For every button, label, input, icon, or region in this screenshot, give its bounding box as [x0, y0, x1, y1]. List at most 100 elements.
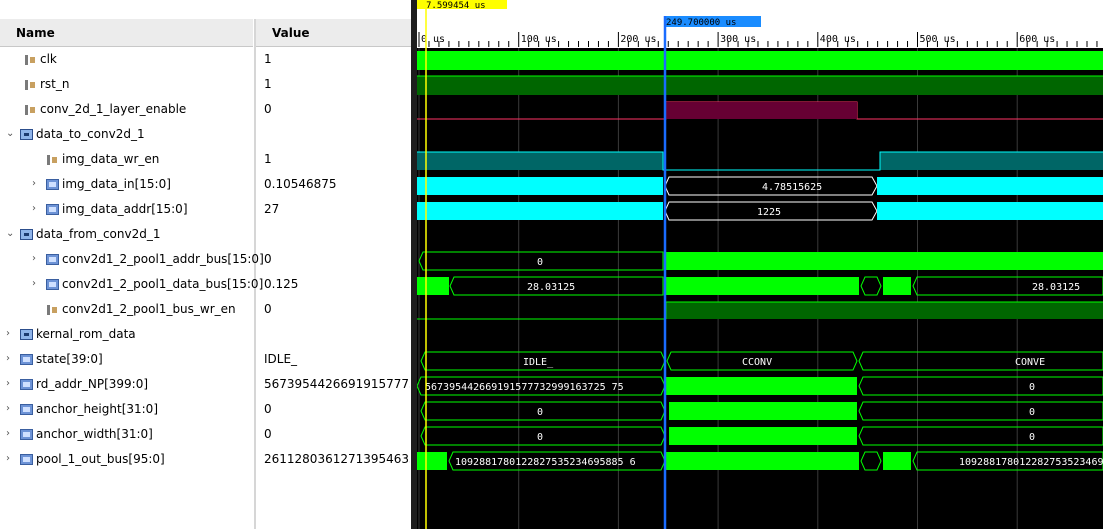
signal-row[interactable]: › state[39:0] IDLE_: [0, 347, 411, 372]
wave-pool-out-e: [883, 452, 911, 470]
wave-img-data-addr-c: [877, 202, 1103, 220]
wave-pool1-data-c: [666, 277, 859, 295]
signal-row[interactable]: › conv2d1_2_pool1_data_bus[15:0] 0.125: [0, 272, 411, 297]
wave-state-c: [858, 351, 1103, 371]
signal-row[interactable]: › img_data_in[15:0] 0.10546875: [0, 172, 411, 197]
signal-value: 0.10546875: [264, 177, 337, 191]
waveform-canvas[interactable]: 7.599454 us 249.700000 us 0 us 100 us 200 …: [417, 0, 1103, 529]
expand-chevron-icon[interactable]: ›: [6, 403, 14, 415]
expand-chevron-icon[interactable]: ›: [6, 453, 14, 465]
rd-addr-value-a: 567395442669191577732999163725 75: [425, 382, 624, 393]
signal-value: 0: [264, 427, 272, 441]
signal-name: rst_n: [40, 77, 70, 91]
signal-row[interactable]: › conv2d1_2_pool1_addr_bus[15:0] 0: [0, 247, 411, 272]
signal-name-panel: Name Value clk 1 rst_n 1 conv_2d_1_layer_ena…: [0, 0, 411, 529]
expand-chevron-icon[interactable]: ›: [32, 278, 40, 290]
signal-row[interactable]: conv2d1_2_pool1_bus_wr_en 0: [0, 297, 411, 322]
signal-row[interactable]: › img_data_addr[15:0] 27: [0, 197, 411, 222]
pool-out-value-a: 1092881780122827535234695885 6: [455, 457, 636, 468]
anchor-w-value-a: 0: [537, 432, 543, 443]
expand-chevron-icon[interactable]: ›: [32, 203, 40, 215]
bit-icon: [24, 54, 37, 65]
expand-chevron-icon[interactable]: ›: [6, 428, 14, 440]
wave-pool-out-c: [666, 452, 859, 470]
expand-chevron-icon[interactable]: ›: [6, 328, 14, 340]
signal-value: 0: [264, 252, 272, 266]
bit-icon: [46, 154, 59, 165]
expand-chevron-icon[interactable]: ›: [6, 353, 14, 365]
expand-chevron-icon[interactable]: ›: [32, 178, 40, 190]
state-value-c: CONVE: [1015, 357, 1045, 368]
panel-top-strip: [0, 0, 411, 19]
wave-anchor-w-b: [669, 427, 857, 445]
pool1-data-value-a: 28.03125: [527, 282, 575, 293]
signal-row[interactable]: › pool_1_out_bus[95:0] 2611280361271395463…: [0, 447, 411, 472]
tick-label: 0 us: [421, 34, 445, 45]
pool-out-value-b: 109288178012282753523469: [959, 457, 1103, 468]
signal-row[interactable]: › anchor_height[31:0] 0: [0, 397, 411, 422]
bit-icon: [24, 79, 37, 90]
signal-value: IDLE_: [264, 352, 298, 366]
signal-name: state[39:0]: [36, 352, 103, 366]
bus-icon: [46, 254, 59, 265]
anchor-h-value-a: 0: [537, 407, 543, 418]
waveform-panel[interactable]: 7.599454 us 249.700000 us 0 us 100 us 200 …: [417, 0, 1103, 529]
marker-time: 249.700000 us: [666, 18, 736, 28]
signal-value: 27: [264, 202, 280, 216]
bus-icon: [20, 429, 33, 440]
anchor-h-value-b: 0: [1029, 407, 1035, 418]
tick-label: 500 us: [920, 34, 956, 45]
bus-icon: [46, 279, 59, 290]
signal-name: img_data_wr_en: [62, 152, 160, 166]
wave-img-data-in-a: [417, 177, 663, 195]
name-column-header[interactable]: Name: [0, 19, 253, 47]
tick-label: 300 us: [720, 34, 756, 45]
collapse-chevron-icon[interactable]: ⌄: [6, 128, 14, 140]
rd-addr-value-b: 0: [1029, 382, 1035, 393]
signal-row[interactable]: clk 1: [0, 47, 411, 72]
signal-value: 567395442669191577732: [264, 377, 410, 391]
group-icon: [20, 129, 33, 140]
expand-chevron-icon[interactable]: ›: [6, 378, 14, 390]
bus-icon: [20, 379, 33, 390]
bus-icon: [20, 454, 33, 465]
signal-name: data_from_conv2d_1: [36, 227, 161, 241]
wave-pool-out-d: [860, 451, 882, 471]
wave-anchor-h-c: [858, 401, 1103, 421]
group-icon: [20, 329, 33, 340]
wave-anchor-w-c: [858, 426, 1103, 446]
signal-row[interactable]: rst_n 1: [0, 72, 411, 97]
wave-pool1-wr-en-b: [666, 302, 1103, 319]
wave-img-data-addr-a: [417, 202, 663, 220]
tick-label: 600 us: [1019, 34, 1055, 45]
signal-row[interactable]: › rd_addr_NP[399:0] 567395442669191577732: [0, 372, 411, 397]
signal-waveforms: 4.78515625 1225 0 28.03125 28.03125 IDLE…: [417, 51, 1103, 471]
img-data-in-value: 4.78515625: [762, 182, 822, 193]
bus-icon: [20, 404, 33, 415]
tick-label: 400 us: [820, 34, 856, 45]
signal-name: conv2d1_2_pool1_data_bus[15:0]: [62, 277, 264, 291]
signal-row[interactable]: conv_2d_1_layer_enable 0: [0, 97, 411, 122]
anchor-w-value-b: 0: [1029, 432, 1035, 443]
wave-conv-enable-high: [666, 102, 857, 119]
signal-name: kernal_rom_data: [36, 327, 136, 341]
signal-row[interactable]: › anchor_width[31:0] 0: [0, 422, 411, 447]
signal-name: img_data_addr[15:0]: [62, 202, 188, 216]
signal-row[interactable]: img_data_wr_en 1: [0, 147, 411, 172]
wave-wr-en-high-b: [880, 152, 1103, 170]
expand-chevron-icon[interactable]: ›: [32, 253, 40, 265]
signal-name: conv2d1_2_pool1_addr_bus[15:0]: [62, 252, 264, 266]
signal-name: anchor_height[31:0]: [36, 402, 158, 416]
signal-row[interactable]: ⌄ data_from_conv2d_1: [0, 222, 411, 247]
collapse-chevron-icon[interactable]: ⌄: [6, 228, 14, 240]
group-icon: [20, 229, 33, 240]
signal-row[interactable]: › kernal_rom_data: [0, 322, 411, 347]
img-data-addr-value: 1225: [757, 207, 781, 218]
signal-value: 0: [264, 302, 272, 316]
wave-pool1-data-d: [860, 276, 882, 296]
signal-name: anchor_width[31:0]: [36, 427, 153, 441]
state-value-b: CCONV: [742, 357, 772, 368]
signal-row[interactable]: ⌄ data_to_conv2d_1: [0, 122, 411, 147]
signal-value: 0: [264, 402, 272, 416]
value-column-header[interactable]: Value: [256, 19, 411, 47]
